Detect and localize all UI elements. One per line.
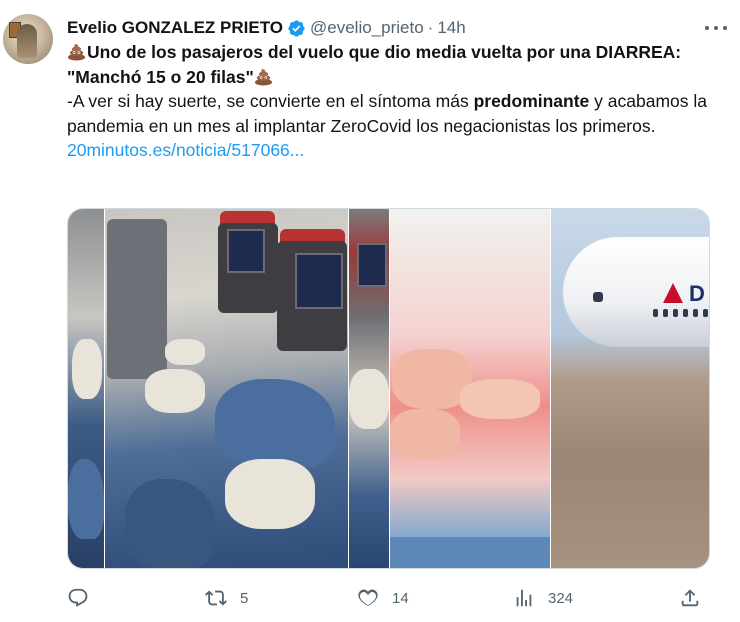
media-panel-airplane: D	[551, 209, 709, 568]
author-name[interactable]: Evelio GONZALEZ PRIETO	[67, 18, 283, 38]
media-panel-stomach-ache	[390, 209, 550, 568]
retweet-icon	[205, 590, 227, 606]
airline-logo-icon	[663, 283, 683, 303]
views-button[interactable]: 324	[513, 582, 573, 614]
body-text-start: -A ver si hay suerte, se convierte en el…	[67, 91, 474, 111]
like-button[interactable]: 14	[357, 582, 409, 614]
retweet-count: 5	[240, 589, 249, 607]
author-handle[interactable]: @evelio_prieto	[310, 18, 424, 38]
headline-text: Uno de los pasajeros del vuelo que dio m…	[67, 42, 682, 87]
views-icon	[516, 589, 532, 607]
airline-brand-text: D	[689, 281, 705, 306]
tweet-header: Evelio GONZALEZ PRIETO @evelio_prieto · …	[67, 16, 720, 40]
heart-icon	[358, 589, 378, 607]
verified-badge-icon	[288, 19, 305, 37]
more-icon[interactable]	[704, 18, 728, 38]
like-count: 14	[392, 589, 409, 607]
tweet-body: -A ver si hay suerte, se convierte en el…	[67, 89, 707, 138]
media-panel-cabin-seats	[105, 209, 348, 568]
tweet-headline: Uno de los pasajeros del vuelo que dio m…	[67, 40, 707, 89]
media-panel-cabin-right	[349, 209, 389, 568]
avatar[interactable]	[3, 14, 53, 64]
tweet-text: Uno de los pasajeros del vuelo que dio m…	[67, 40, 707, 163]
media-image[interactable]: D	[67, 208, 710, 569]
avatar-figure	[17, 24, 37, 58]
separator-dot: ·	[427, 18, 434, 37]
share-icon	[681, 589, 699, 607]
pile-of-poo-icon	[67, 43, 86, 61]
body-text-bold: predominante	[473, 91, 590, 111]
media-panel-cabin-left	[68, 209, 104, 568]
reply-icon	[68, 588, 88, 607]
airplane-fuselage: D	[563, 237, 709, 347]
share-button[interactable]	[679, 582, 701, 614]
article-link[interactable]: 20minutos.es/noticia/517066...	[67, 140, 304, 160]
views-count: 324	[548, 589, 574, 607]
pile-of-poo-icon	[254, 68, 272, 86]
retweet-button[interactable]: 5	[205, 582, 248, 614]
tweet-time[interactable]: 14h	[437, 18, 465, 38]
reply-button[interactable]	[67, 582, 102, 614]
tweet-actions: 5 14 324	[67, 582, 712, 614]
